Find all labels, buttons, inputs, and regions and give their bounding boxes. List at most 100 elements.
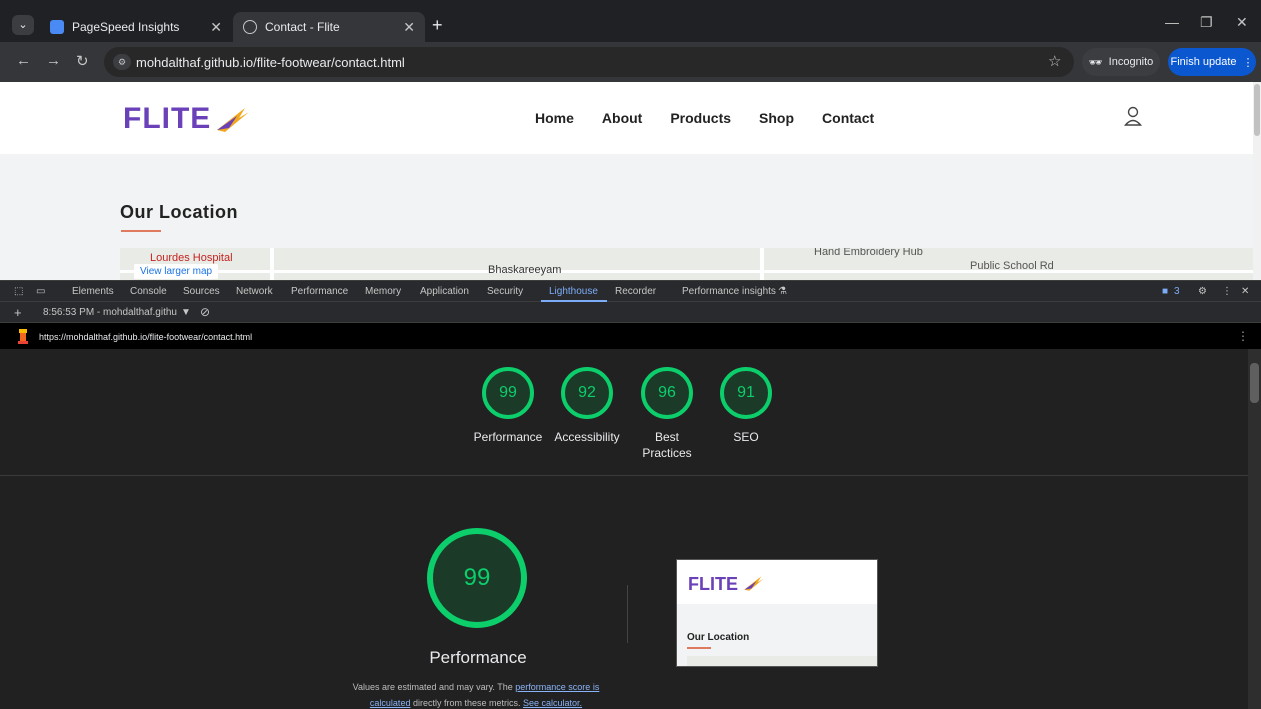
map-place-label: Public School Rd bbox=[970, 260, 1054, 272]
lighthouse-toolbar: + 8:56:53 PM - mohdalthaf.githu ▼ ⊘ bbox=[0, 302, 1261, 323]
new-tab-plus-icon[interactable]: + bbox=[432, 15, 443, 36]
devtools-tab-performance-insights[interactable]: Performance insights bbox=[682, 286, 776, 297]
site-nav: Home About Products Shop Contact bbox=[535, 110, 874, 126]
incognito-badge[interactable]: 🕶 Incognito bbox=[1082, 48, 1160, 76]
devtools-tab-bar: ⬚ ▭ Elements Console Sources Network Per… bbox=[0, 280, 1261, 302]
finish-update-label: Finish update bbox=[1170, 56, 1237, 68]
tab-search-icon[interactable]: ⌄ bbox=[12, 15, 34, 35]
devtools-menu-icon[interactable]: ⋮ bbox=[1222, 286, 1232, 297]
thumbnail-body: Our Location bbox=[677, 604, 877, 666]
gauge-performance[interactable]: 99 Performance bbox=[472, 367, 544, 445]
report-scrollbar[interactable] bbox=[1248, 349, 1261, 709]
performance-title: Performance bbox=[429, 648, 527, 667]
devtools-tab-sources[interactable]: Sources bbox=[183, 286, 220, 297]
performance-big-gauge: 99 bbox=[427, 528, 527, 628]
pagespeed-favicon-icon bbox=[50, 20, 64, 34]
forward-arrow-icon[interactable]: → bbox=[46, 52, 61, 69]
devtools-tab-memory[interactable]: Memory bbox=[365, 286, 401, 297]
report-menu-icon[interactable]: ⋮ bbox=[1237, 329, 1249, 343]
bookmark-star-icon[interactable]: ☆ bbox=[1048, 52, 1061, 70]
devtools-tab-console[interactable]: Console bbox=[130, 286, 167, 297]
page-scrollbar[interactable] bbox=[1253, 82, 1261, 280]
gauge-label: SEO bbox=[733, 430, 759, 444]
scrollbar-thumb[interactable] bbox=[1254, 84, 1260, 136]
nav-contact[interactable]: Contact bbox=[822, 110, 874, 126]
finish-update-button[interactable]: Finish update ⋮ bbox=[1168, 48, 1256, 76]
settings-gear-icon[interactable]: ⚙ bbox=[1198, 286, 1207, 297]
devtools-tab-lighthouse[interactable]: Lighthouse bbox=[549, 286, 598, 297]
score-ring: 99 bbox=[482, 367, 534, 419]
devtools-tab-performance[interactable]: Performance bbox=[291, 286, 348, 297]
map-road bbox=[760, 248, 764, 280]
gauge-best-practices[interactable]: 96 Best Practices bbox=[631, 367, 703, 461]
thumbnail-logo: FLITE bbox=[688, 574, 738, 594]
see-calculator-link[interactable]: See calculator. bbox=[523, 698, 582, 708]
title-underline bbox=[121, 230, 161, 232]
nav-about[interactable]: About bbox=[602, 110, 642, 126]
nav-shop[interactable]: Shop bbox=[759, 110, 794, 126]
logo-swoosh-icon bbox=[217, 108, 250, 132]
nav-home[interactable]: Home bbox=[535, 110, 574, 126]
reload-icon[interactable]: ↻ bbox=[76, 52, 89, 70]
thumbnail-underline bbox=[687, 647, 711, 649]
close-window-icon[interactable]: ✕ bbox=[1236, 14, 1248, 31]
map-road bbox=[120, 270, 1253, 273]
address-url[interactable]: mohdalthaf.github.io/flite-footwear/cont… bbox=[136, 55, 405, 70]
devtools-tab-network[interactable]: Network bbox=[236, 286, 273, 297]
score-ring: 92 bbox=[561, 367, 613, 419]
logo-text: FLITE bbox=[123, 102, 212, 135]
site-logo[interactable]: FLITE bbox=[123, 102, 251, 136]
device-toolbar-icon[interactable]: ▭ bbox=[36, 286, 45, 297]
incognito-icon: 🕶 bbox=[1088, 56, 1103, 69]
lighthouse-logo-icon bbox=[18, 329, 28, 344]
user-icon[interactable] bbox=[1124, 106, 1142, 126]
map-road bbox=[270, 248, 274, 280]
devtools-tab-recorder[interactable]: Recorder bbox=[615, 286, 656, 297]
back-arrow-icon[interactable]: ← bbox=[16, 52, 31, 69]
embedded-map[interactable]: Lourdes Hospital Bhaskareeyam Hand Embro… bbox=[120, 248, 1253, 280]
minimize-icon[interactable]: — bbox=[1165, 14, 1179, 30]
tab-pagespeed[interactable]: PageSpeed Insights ✕ bbox=[40, 12, 232, 42]
browser-toolbar: ← → ↻ ⚙ mohdalthaf.github.io/flite-footw… bbox=[0, 42, 1261, 82]
nav-products[interactable]: Products bbox=[670, 110, 731, 126]
thumbnail-title: Our Location bbox=[687, 632, 750, 643]
score-ring: 91 bbox=[720, 367, 772, 419]
close-devtools-icon[interactable]: ✕ bbox=[1241, 286, 1249, 297]
metrics-disclaimer: Values are estimated and may vary. The p… bbox=[336, 679, 616, 709]
tab-title: PageSpeed Insights bbox=[72, 20, 180, 34]
map-place-label: Hand Embroidery Hub bbox=[814, 248, 923, 258]
logo-swoosh-icon bbox=[744, 576, 764, 591]
tab-contact-flite[interactable]: Contact - Flite ✕ bbox=[233, 12, 425, 42]
new-report-plus-icon[interactable]: + bbox=[14, 305, 22, 320]
gauge-label: Accessibility bbox=[554, 430, 620, 444]
page-screenshot-thumbnail[interactable]: FLITE Our Location bbox=[676, 559, 878, 667]
inspect-element-icon[interactable]: ⬚ bbox=[14, 286, 23, 297]
tab-title: Contact - Flite bbox=[265, 20, 340, 34]
devtools-tab-elements[interactable]: Elements bbox=[72, 286, 114, 297]
gauge-seo[interactable]: 91 SEO bbox=[710, 367, 782, 445]
scrollbar-thumb[interactable] bbox=[1250, 363, 1259, 403]
close-icon[interactable]: ✕ bbox=[210, 19, 222, 36]
globe-icon bbox=[243, 20, 257, 34]
address-bar[interactable]: ⚙ mohdalthaf.github.io/flite-footwear/co… bbox=[104, 47, 1074, 77]
close-icon[interactable]: ✕ bbox=[403, 19, 415, 36]
report-url-bar: https://mohdalthaf.github.io/flite-footw… bbox=[0, 323, 1261, 349]
issues-icon[interactable]: ■ bbox=[1162, 286, 1168, 297]
gauge-label: Performance bbox=[473, 430, 543, 444]
restore-icon[interactable]: ❐ bbox=[1200, 14, 1213, 31]
experiment-flask-icon: ⚗ bbox=[778, 286, 787, 297]
view-larger-map-link[interactable]: View larger map bbox=[134, 264, 219, 279]
gauge-accessibility[interactable]: 92 Accessibility bbox=[551, 367, 623, 445]
chevron-down-icon[interactable]: ▼ bbox=[181, 307, 191, 318]
devtools-tab-security[interactable]: Security bbox=[487, 286, 523, 297]
vertical-separator bbox=[627, 585, 628, 643]
score-ring: 96 bbox=[641, 367, 693, 419]
browser-tab-strip: ⌄ PageSpeed Insights ✕ Contact - Flite ✕… bbox=[0, 0, 1261, 46]
map-place-label: Bhaskareeyam bbox=[488, 264, 562, 276]
site-info-icon[interactable]: ⚙ bbox=[113, 54, 131, 70]
report-session-select[interactable]: 8:56:53 PM - mohdalthaf.githu bbox=[43, 307, 177, 318]
clear-all-icon[interactable]: ⊘ bbox=[200, 305, 210, 319]
map-place-label: Lourdes Hospital bbox=[150, 252, 233, 264]
devtools-tab-application[interactable]: Application bbox=[420, 286, 469, 297]
issues-count[interactable]: 3 bbox=[1174, 286, 1180, 297]
